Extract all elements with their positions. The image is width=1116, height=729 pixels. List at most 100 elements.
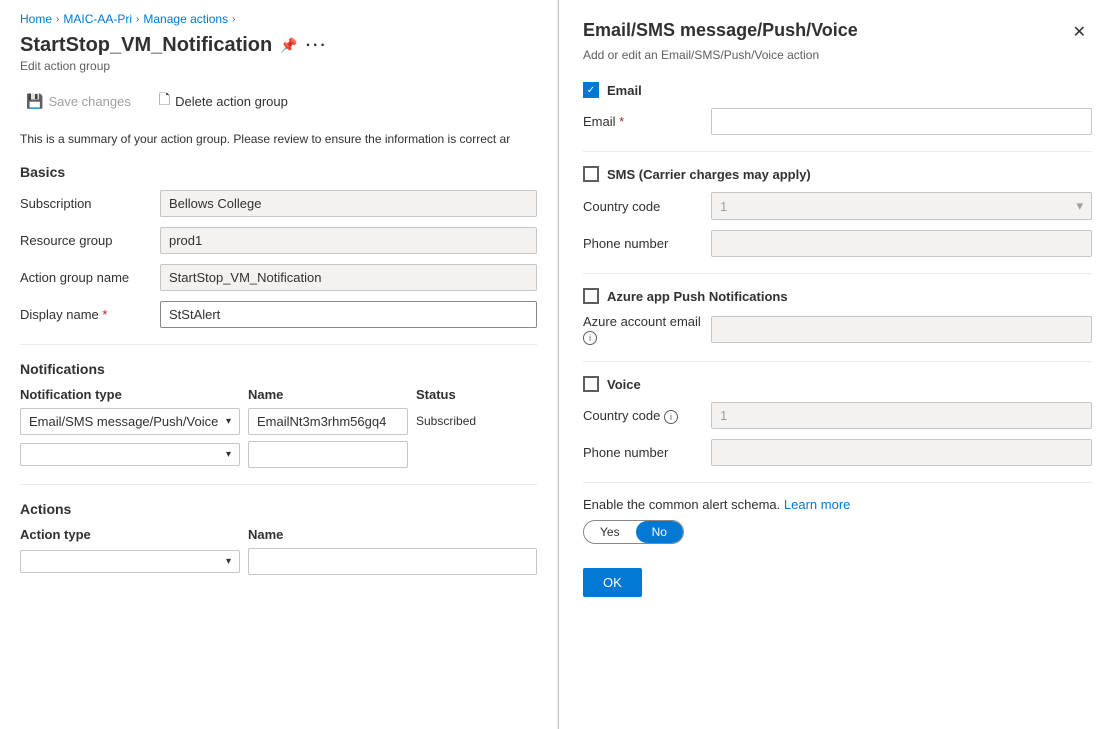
voice-checkbox-label: Voice (607, 377, 641, 392)
action-group-name-value (160, 264, 537, 291)
subscription-input[interactable] (160, 190, 537, 217)
notif-type-dropdown-2[interactable]: ▾ (20, 443, 240, 466)
resource-group-row: Resource group (20, 227, 537, 254)
email-checkbox-label: Email (607, 83, 642, 98)
notifications-table: Notification type Name Status Email/SMS … (20, 387, 537, 468)
email-checkbox-row: ✓ Email (583, 82, 1092, 98)
notif-col-status-header: Status (416, 387, 537, 402)
sms-checkbox[interactable] (583, 166, 599, 182)
country-code-row: Country code 1 ▾ (583, 192, 1092, 220)
section-divider-3 (583, 361, 1092, 362)
edit-label: Edit action group (20, 59, 537, 73)
left-panel: Home › MAIC-AA-Pri › Manage actions › St… (0, 0, 558, 729)
basics-section-title: Basics (20, 164, 537, 180)
breadcrumb: Home › MAIC-AA-Pri › Manage actions › (20, 12, 537, 26)
actions-dropdown-arrow-1: ▾ (226, 556, 231, 567)
actions-section: Actions Action type Name ▾ (20, 501, 537, 575)
breadcrumb-sep-2: › (136, 14, 139, 25)
flyout-title: Email/SMS message/Push/Voice (583, 20, 858, 41)
sms-country-code-dropdown[interactable]: 1 ▾ (711, 192, 1092, 220)
actions-row1-type: ▾ (20, 550, 240, 573)
info-banner: This is a summary of your action group. … (20, 131, 537, 148)
notif-row2-type: ▾ (20, 443, 240, 466)
breadcrumb-maic[interactable]: MAIC-AA-Pri (63, 12, 132, 26)
delete-icon: 🗋 (159, 89, 170, 113)
push-account-email-label: Azure account email i (583, 314, 703, 345)
breadcrumb-sep-3: › (232, 14, 235, 25)
section-divider-2 (583, 273, 1092, 274)
breadcrumb-home[interactable]: Home (20, 12, 52, 26)
notif-row1-name (248, 408, 408, 435)
sms-phone-input[interactable] (711, 230, 1092, 257)
breadcrumb-sep-1: › (56, 14, 59, 25)
actions-type-dropdown-1[interactable]: ▾ (20, 550, 240, 573)
delete-button[interactable]: 🗋 Delete action group (153, 85, 294, 117)
actions-header: Action type Name (20, 527, 537, 542)
actions-col-name-header: Name (248, 527, 537, 542)
save-icon: 💾 (26, 93, 43, 110)
resource-group-value (160, 227, 537, 254)
save-button[interactable]: 💾 Save changes (20, 89, 137, 114)
subscription-row: Subscription (20, 190, 537, 217)
subscription-label: Subscription (20, 196, 160, 211)
sms-checkbox-label: SMS (Carrier charges may apply) (607, 167, 811, 182)
toggle-no-button[interactable]: No (636, 521, 683, 543)
action-group-name-row: Action group name (20, 264, 537, 291)
schema-text: Enable the common alert schema. Learn mo… (583, 497, 1092, 512)
actions-row-1: ▾ (20, 548, 537, 575)
delete-label: Delete action group (175, 94, 288, 109)
sms-dropdown-arrow: ▾ (1076, 198, 1083, 214)
action-group-name-label: Action group name (20, 270, 160, 285)
voice-phone-label: Phone number (583, 445, 703, 460)
page-title: StartStop_VM_Notification 📌 ··· (20, 34, 537, 57)
save-label: Save changes (48, 94, 130, 109)
push-checkbox-row: Azure app Push Notifications (583, 288, 1092, 304)
breadcrumb-manage[interactable]: Manage actions (143, 12, 228, 26)
toolbar: 💾 Save changes 🗋 Delete action group (20, 85, 537, 117)
display-name-label: Display name * (20, 307, 160, 322)
push-section: Azure app Push Notifications Azure accou… (583, 288, 1092, 345)
display-name-input[interactable] (160, 301, 537, 328)
schema-label: Enable the common alert schema. (583, 497, 780, 512)
voice-country-code-input[interactable] (711, 402, 1092, 429)
notif-row-2: ▾ (20, 441, 537, 468)
email-field-row: Email * (583, 108, 1092, 135)
toggle-group: Yes No (583, 520, 684, 544)
notif-name-input-1[interactable] (248, 408, 408, 435)
voice-info-icon[interactable]: i (664, 410, 678, 424)
voice-country-code-row: Country code i (583, 402, 1092, 429)
pin-icon[interactable]: 📌 (280, 37, 297, 54)
divider-1 (20, 344, 537, 345)
subscription-value (160, 190, 537, 217)
notif-row1-type: Email/SMS message/Push/Voice ▾ (20, 408, 240, 435)
email-check-mark: ✓ (587, 85, 595, 96)
email-input[interactable] (711, 108, 1092, 135)
section-divider-4 (583, 482, 1092, 483)
resource-group-input[interactable] (160, 227, 537, 254)
flyout-close-button[interactable]: ✕ (1067, 20, 1092, 44)
flyout-panel: Email/SMS message/Push/Voice ✕ Add or ed… (558, 0, 1116, 729)
learn-more-link[interactable]: Learn more (784, 497, 850, 512)
push-checkbox[interactable] (583, 288, 599, 304)
push-info-icon[interactable]: i (583, 331, 597, 345)
actions-col-type-header: Action type (20, 527, 240, 542)
display-name-value (160, 301, 537, 328)
ok-button[interactable]: OK (583, 568, 642, 597)
divider-2 (20, 484, 537, 485)
notif-col-type-header: Notification type (20, 387, 240, 402)
email-checkbox[interactable]: ✓ (583, 82, 599, 98)
more-options-icon[interactable]: ··· (306, 37, 328, 55)
notifications-section-title: Notifications (20, 361, 537, 377)
flyout-subtitle: Add or edit an Email/SMS/Push/Voice acti… (583, 48, 1092, 62)
notif-name-input-2[interactable] (248, 441, 408, 468)
sms-phone-label: Phone number (583, 236, 703, 251)
action-group-name-input[interactable] (160, 264, 537, 291)
sms-country-code-value: 1 (720, 199, 727, 214)
toggle-yes-button[interactable]: Yes (584, 521, 636, 543)
push-email-input[interactable] (711, 316, 1092, 343)
actions-name-input-1[interactable] (248, 548, 537, 575)
section-divider-1 (583, 151, 1092, 152)
notif-type-dropdown-1[interactable]: Email/SMS message/Push/Voice ▾ (20, 408, 240, 435)
voice-checkbox[interactable] (583, 376, 599, 392)
voice-phone-input[interactable] (711, 439, 1092, 466)
